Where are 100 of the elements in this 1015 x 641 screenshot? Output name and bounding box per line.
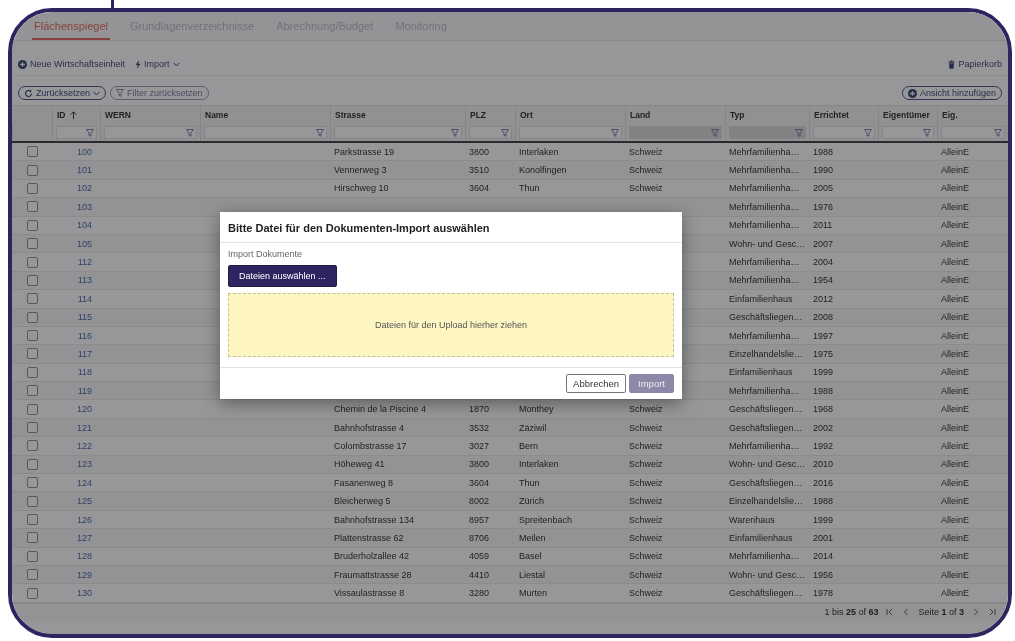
table-cell: 1988 [813, 496, 834, 507]
id-link[interactable]: 104 [76, 220, 92, 231]
filter-field[interactable] [104, 126, 197, 139]
table-cell: 1988 [813, 385, 834, 396]
id-link[interactable]: 112 [77, 257, 92, 268]
first-page-icon[interactable] [886, 608, 895, 617]
column-header[interactable]: Land [630, 110, 651, 120]
checkbox[interactable] [26, 274, 38, 286]
checkbox[interactable] [26, 477, 38, 489]
id-link[interactable]: 103 [76, 201, 92, 212]
id-link[interactable]: 118 [77, 367, 92, 378]
column-header[interactable]: Strasse [335, 110, 366, 120]
checkbox[interactable] [26, 238, 38, 250]
table-cell: AlleinE [941, 385, 969, 396]
table-cell: 3532 [469, 422, 490, 433]
id-link[interactable]: 124 [76, 477, 92, 488]
column-header[interactable]: Eig. [942, 110, 958, 120]
drop-zone[interactable]: Dateien für den Upload hierher ziehen [228, 293, 674, 357]
table-cell: 1954 [813, 275, 834, 286]
column-header[interactable]: ID [57, 110, 77, 120]
new-unit-button[interactable]: Neue Wirtschaftseinheit [18, 59, 126, 69]
filter-field[interactable] [519, 126, 622, 139]
trash-link[interactable]: Papierkorb [948, 59, 1002, 69]
filter-field[interactable] [941, 126, 1005, 139]
id-link[interactable]: 128 [76, 551, 92, 562]
table-cell: Schweiz [629, 514, 663, 525]
checkbox[interactable] [26, 164, 38, 176]
id-link[interactable]: 129 [76, 569, 92, 580]
column-header[interactable]: Ort [520, 110, 533, 120]
id-link[interactable]: 101 [76, 165, 92, 176]
filter-icon [711, 128, 719, 137]
checkbox[interactable] [26, 514, 38, 525]
table-cell: AlleinE [941, 165, 969, 176]
table-cell: 2016 [813, 477, 834, 488]
id-link[interactable]: 117 [77, 349, 92, 359]
checkbox[interactable] [26, 385, 38, 397]
checkbox[interactable] [26, 422, 38, 434]
id-link[interactable]: 122 [76, 440, 92, 451]
choose-files-button[interactable]: Dateien auswählen ... [228, 265, 337, 287]
id-link[interactable]: 120 [76, 404, 92, 415]
filter-field[interactable] [729, 126, 806, 139]
table-cell: 3027 [469, 440, 490, 451]
checkbox[interactable] [26, 146, 38, 158]
checkbox[interactable] [26, 550, 38, 562]
table-cell: AlleinE [941, 551, 969, 562]
checkbox[interactable] [26, 201, 38, 213]
tab[interactable]: Flächenspiegel [32, 20, 110, 40]
column-header[interactable]: Errichtet [814, 110, 849, 120]
id-link[interactable]: 116 [77, 330, 92, 341]
id-link[interactable]: 102 [76, 183, 92, 194]
id-link[interactable]: 100 [76, 146, 92, 157]
filter-field[interactable] [469, 126, 512, 139]
id-link[interactable]: 105 [76, 238, 92, 249]
import-menu[interactable]: Import [135, 59, 180, 69]
checkbox[interactable] [26, 366, 38, 378]
id-link[interactable]: 126 [76, 514, 92, 525]
column-header[interactable]: Eigentümer [883, 110, 930, 120]
cancel-button[interactable]: Abbrechen [566, 374, 627, 393]
checkbox[interactable] [26, 311, 38, 323]
checkbox[interactable] [26, 182, 38, 194]
id-link[interactable]: 121 [76, 422, 92, 433]
previous-page-icon[interactable] [902, 608, 911, 617]
reset-button[interactable]: Zurücksetzen [18, 86, 107, 100]
id-link[interactable]: 130 [76, 588, 92, 599]
filter-field[interactable] [629, 126, 722, 139]
id-link[interactable]: 125 [76, 496, 92, 507]
checkbox[interactable] [26, 348, 38, 360]
checkbox[interactable] [26, 330, 38, 342]
column-header[interactable]: Name [205, 110, 229, 120]
filter-field[interactable] [56, 126, 97, 139]
checkbox[interactable] [26, 219, 38, 231]
id-link[interactable]: 127 [76, 532, 92, 543]
next-page-icon[interactable] [972, 608, 980, 617]
id-link[interactable]: 113 [77, 275, 92, 286]
id-link[interactable]: 123 [76, 459, 92, 470]
filter-field[interactable] [813, 126, 875, 139]
checkbox[interactable] [26, 458, 38, 470]
checkbox[interactable] [26, 293, 38, 305]
id-link[interactable]: 115 [77, 312, 92, 323]
checkbox[interactable] [26, 440, 38, 452]
checkbox[interactable] [26, 256, 38, 268]
id-link[interactable]: 114 [77, 293, 92, 304]
column-header[interactable]: PLZ [470, 110, 487, 120]
table-cell: Einzelhandelslie… [729, 496, 804, 507]
checkbox[interactable] [26, 569, 38, 581]
checkbox[interactable] [26, 403, 38, 415]
column-header[interactable]: Typ [730, 110, 745, 120]
add-view-button[interactable]: Ansicht hinzufügen [901, 86, 1002, 100]
id-link[interactable]: 119 [77, 385, 92, 396]
checkbox[interactable] [26, 532, 38, 544]
table-cell: Mehrfamilienha… [729, 165, 800, 176]
column-header[interactable]: WERN [105, 110, 131, 120]
table-cell: AlleinE [941, 349, 969, 359]
table-cell: Schweiz [629, 404, 663, 415]
filter-field[interactable] [882, 126, 934, 139]
checkbox[interactable] [26, 495, 38, 507]
filter-field[interactable] [334, 126, 462, 139]
checkbox[interactable] [26, 587, 38, 599]
filter-field[interactable] [204, 126, 327, 139]
last-page-icon[interactable] [988, 608, 996, 617]
